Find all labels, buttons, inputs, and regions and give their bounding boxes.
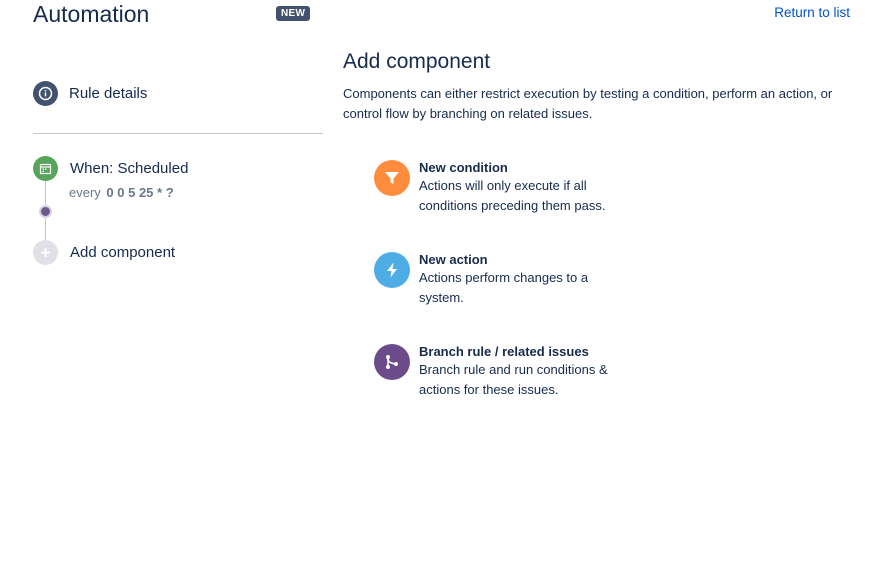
rule-details-label: Rule details <box>69 85 148 102</box>
rule-details-item[interactable]: Rule details <box>33 81 147 106</box>
schedule-prefix: every <box>69 185 101 200</box>
trigger-title[interactable]: When: Scheduled <box>70 160 188 178</box>
option-title: New action <box>419 252 488 267</box>
info-icon <box>33 81 58 106</box>
sidebar-divider <box>33 133 323 134</box>
section-description: Components can either restrict execution… <box>343 86 833 121</box>
option-description: Actions perform changes to a system. <box>419 270 589 305</box>
branch-icon <box>374 344 410 380</box>
current-step-dot <box>39 205 52 218</box>
plus-icon[interactable] <box>33 240 58 265</box>
page-title: Automation <box>33 1 150 27</box>
return-to-list-link[interactable]: Return to list <box>774 5 850 21</box>
new-badge: NEW <box>276 6 311 21</box>
new-condition-option[interactable]: New condition Actions will only execute … <box>374 159 654 216</box>
option-title: New condition <box>419 160 508 175</box>
option-description: Actions will only execute if all conditi… <box>419 178 606 213</box>
calendar-icon[interactable] <box>33 156 58 181</box>
lightning-icon <box>374 252 410 288</box>
trigger-schedule: every 0 0 5 25 * ? <box>69 185 174 201</box>
option-description: Branch rule and run conditions & actions… <box>419 362 608 397</box>
cron-expression: 0 0 5 25 * ? <box>106 185 174 200</box>
add-component-item[interactable]: Add component <box>70 244 175 262</box>
branch-rule-option[interactable]: Branch rule / related issues Branch rule… <box>374 343 654 400</box>
option-title: Branch rule / related issues <box>419 344 589 359</box>
new-action-option[interactable]: New action Actions perform changes to a … <box>374 251 654 308</box>
filter-icon <box>374 160 410 196</box>
section-title: Add component <box>343 50 491 73</box>
